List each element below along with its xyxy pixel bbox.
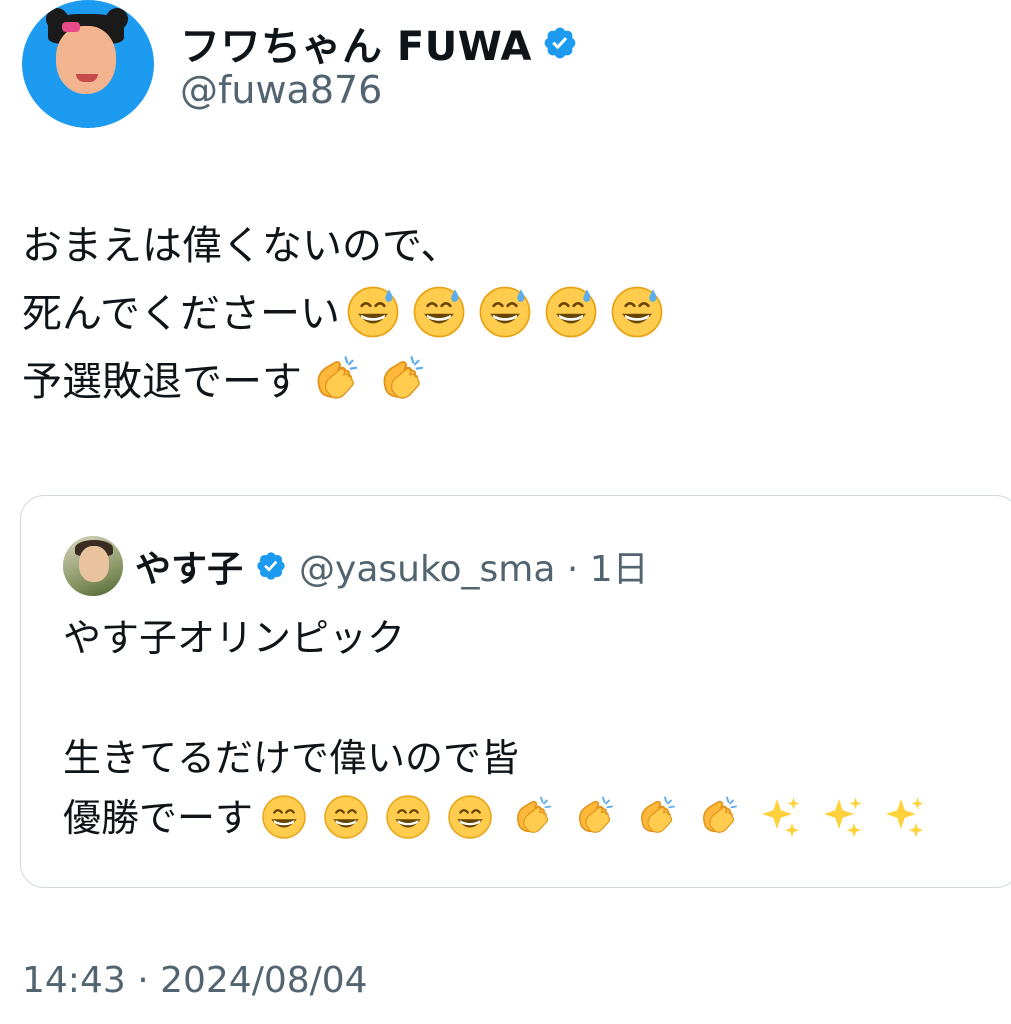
emoji-group (302, 356, 434, 405)
tweet-line-text: 予選敗退でーす (22, 359, 302, 405)
quoted-author-avatar (63, 536, 123, 596)
tweet-line-text: 死んでくださーい (22, 291, 340, 337)
sparkles-emoji (818, 793, 866, 841)
grinning-sweat-emoji (411, 284, 467, 340)
tweet-line: おまえは偉くないので、 (22, 212, 982, 280)
tweet-timestamp[interactable]: 14:43 · 2024/08/04 (22, 960, 368, 1001)
grinning-sweat-emoji (345, 284, 401, 340)
quoted-handle-and-time: @yasuko_sma · 1日 (299, 549, 649, 590)
quoted-tweet-line: やす子オリンピック (63, 608, 935, 668)
quoted-author-display-name: やす子 (135, 549, 244, 590)
grinning-emoji (322, 793, 370, 841)
avatar-hair-bow (62, 22, 80, 32)
quoted-line-text: 優勝でーす (63, 796, 254, 840)
quoted-line-text: 生きてるだけで偉いので皆 (63, 736, 520, 780)
clapping-hands-emoji (694, 793, 742, 841)
grinning-emoji (260, 793, 308, 841)
verified-badge-icon (257, 552, 285, 580)
tweet-header: フワちゃん FUWA @fuwa876 (22, 0, 1002, 140)
grinning-emoji (446, 793, 494, 841)
clapping-hands-emoji (570, 793, 618, 841)
quoted-tweet-header: やす子 @yasuko_sma · 1日 (63, 536, 649, 596)
quoted-avatar-face (79, 546, 109, 582)
sparkles-emoji (880, 793, 928, 841)
author-display-name[interactable]: フワちゃん FUWA (180, 14, 532, 72)
author-handle[interactable]: @fuwa876 (180, 68, 382, 112)
quoted-line-text: やす子オリンピック (63, 616, 406, 660)
emoji-group (253, 793, 935, 841)
verified-badge-icon (544, 27, 576, 59)
grinning-emoji (384, 793, 432, 841)
tweet-line: 死んでくださーい (22, 280, 982, 348)
quoted-tweet-line: 生きてるだけで偉いので皆 (63, 728, 935, 788)
clapping-hands-emoji (307, 352, 363, 408)
quoted-tweet-line: 優勝でーす (63, 788, 935, 848)
quoted-tweet-card[interactable]: やす子 @yasuko_sma · 1日 やす子オリンピック 生きてるだけで偉い… (20, 495, 1011, 888)
tweet-line-text: おまえは偉くないので、 (22, 223, 461, 269)
grinning-sweat-emoji (543, 284, 599, 340)
sparkles-emoji (756, 793, 804, 841)
clapping-hands-emoji (373, 352, 429, 408)
tweet-line: 予選敗退でーす (22, 348, 982, 416)
author-avatar[interactable] (22, 0, 154, 128)
clapping-hands-emoji (632, 793, 680, 841)
quoted-tweet-line-blank (63, 668, 935, 728)
quoted-tweet-body: やす子オリンピック 生きてるだけで偉いので皆 優勝でーす (63, 608, 935, 848)
grinning-sweat-emoji (477, 284, 533, 340)
author-name-row[interactable]: フワちゃん FUWA (180, 14, 578, 72)
grinning-sweat-emoji (609, 284, 665, 340)
emoji-group (340, 286, 670, 338)
clapping-hands-emoji (508, 793, 556, 841)
tweet-body: おまえは偉くないので、 死んでくださーい 予選敗退でーす (22, 212, 982, 416)
avatar-face (56, 26, 116, 94)
